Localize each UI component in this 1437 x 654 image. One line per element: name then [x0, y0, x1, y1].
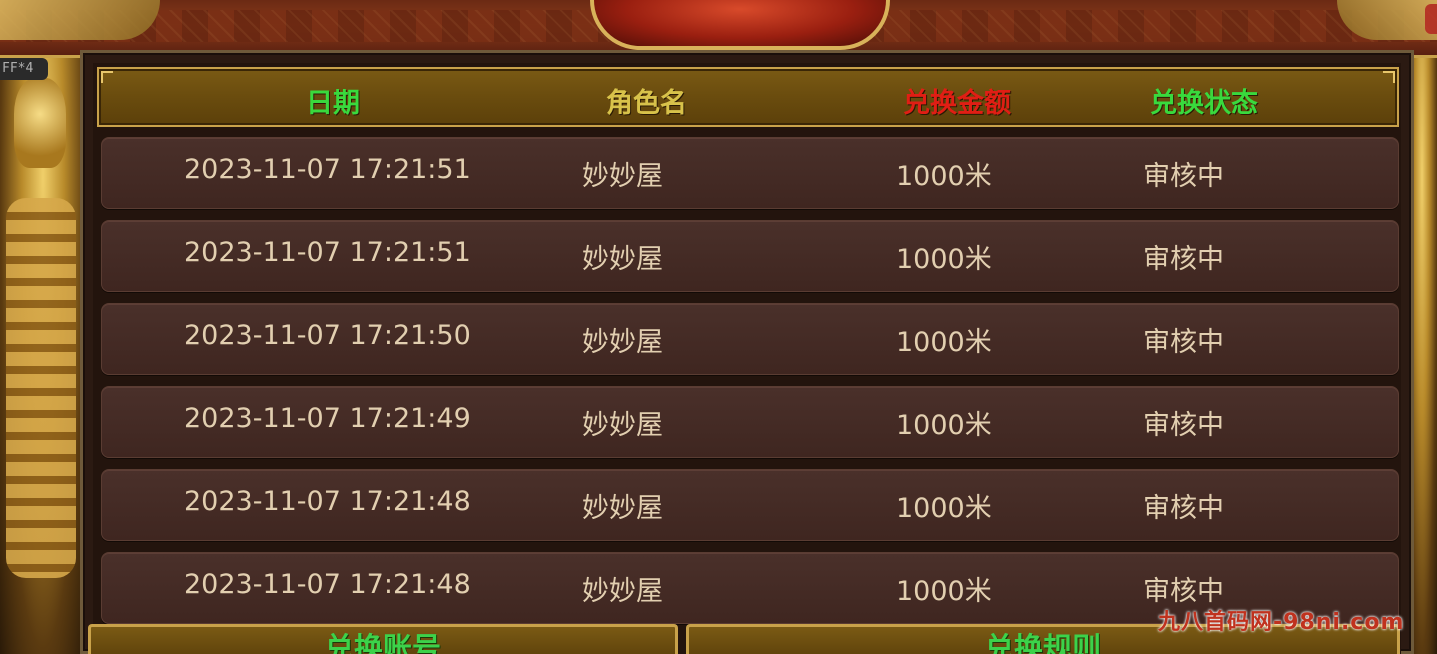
- left-corner-ornament: [0, 0, 160, 40]
- row-date: 2023-11-07 17:21:48: [184, 569, 471, 600]
- table-row[interactable]: 2023-11-07 17:21:51 妙妙屋 1000米 审核中: [101, 220, 1399, 292]
- row-amount: 1000米: [896, 576, 992, 607]
- exchange-records-panel: 日期 角色名 兑换金额 兑换状态 2023-11-07 17:21:51 妙妙屋…: [80, 50, 1414, 654]
- row-status: 审核中: [1143, 576, 1224, 607]
- header-role-name: 角色名: [606, 88, 687, 119]
- row-date: 2023-11-07 17:21:50: [184, 320, 471, 351]
- header-exchange-amount: 兑换金额: [903, 88, 1011, 119]
- tab-exchange-rules-label: 兑换规则: [984, 631, 1101, 654]
- row-date: 2023-11-07 17:21:51: [184, 237, 471, 268]
- table-row[interactable]: 2023-11-07 17:21:51 妙妙屋 1000米 审核中: [101, 137, 1399, 209]
- row-role-name: 妙妙屋: [582, 410, 663, 441]
- table-header: 日期 角色名 兑换金额 兑换状态: [97, 67, 1399, 127]
- header-exchange-status: 兑换状态: [1150, 88, 1258, 119]
- row-status: 审核中: [1143, 327, 1224, 358]
- buff-badge: FF*4: [0, 58, 48, 80]
- row-amount: 1000米: [896, 244, 992, 275]
- row-amount: 1000米: [896, 161, 992, 192]
- row-role-name: 妙妙屋: [582, 244, 663, 275]
- row-amount: 1000米: [896, 410, 992, 441]
- row-date: 2023-11-07 17:21:51: [184, 154, 471, 185]
- table-row[interactable]: 2023-11-07 17:21:48 妙妙屋 1000米 审核中: [101, 469, 1399, 541]
- center-crest-ornament: [590, 0, 890, 50]
- left-warrior-statue: [0, 58, 86, 654]
- table-row[interactable]: 2023-11-07 17:21:50 妙妙屋 1000米 审核中: [101, 303, 1399, 375]
- header-date: 日期: [306, 88, 360, 119]
- row-date: 2023-11-07 17:21:48: [184, 486, 471, 517]
- tab-exchange-account-label: 兑换账号: [324, 631, 441, 654]
- row-amount: 1000米: [896, 493, 992, 524]
- tab-exchange-account[interactable]: 兑换账号: [88, 624, 678, 654]
- row-amount: 1000米: [896, 327, 992, 358]
- row-role-name: 妙妙屋: [582, 161, 663, 192]
- row-status: 审核中: [1143, 161, 1224, 192]
- row-date: 2023-11-07 17:21:49: [184, 403, 471, 434]
- row-role-name: 妙妙屋: [582, 493, 663, 524]
- records-table: 日期 角色名 兑换金额 兑换状态 2023-11-07 17:21:51 妙妙屋…: [93, 63, 1401, 654]
- row-status: 审核中: [1143, 493, 1224, 524]
- row-status: 审核中: [1143, 244, 1224, 275]
- row-role-name: 妙妙屋: [582, 327, 663, 358]
- close-gem-icon[interactable]: [1425, 4, 1437, 34]
- row-role-name: 妙妙屋: [582, 576, 663, 607]
- row-status: 审核中: [1143, 410, 1224, 441]
- site-watermark: 九八首码网-98ni.com: [1158, 610, 1405, 635]
- table-row[interactable]: 2023-11-07 17:21:49 妙妙屋 1000米 审核中: [101, 386, 1399, 458]
